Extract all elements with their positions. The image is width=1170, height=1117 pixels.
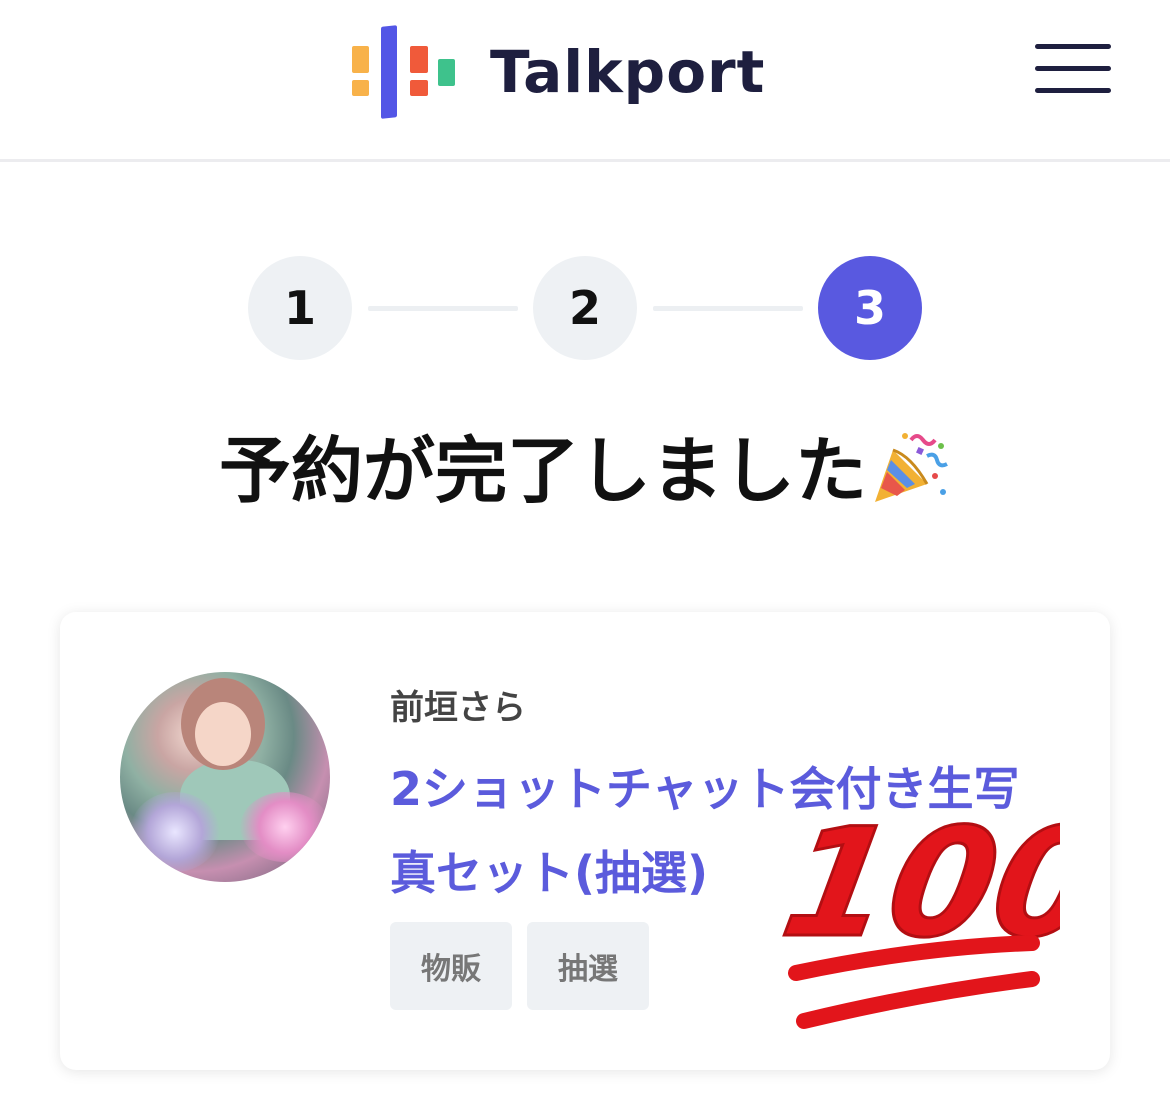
- page: Talkport 1 2 3 予約が完了しました 前垣さら 2ショットチャット会…: [0, 0, 1170, 1117]
- logo-mark-icon: [348, 24, 460, 120]
- tag-merch: 物販: [390, 922, 512, 1010]
- site-header: Talkport: [0, 0, 1170, 162]
- step-3-indicator: 3: [818, 256, 922, 360]
- party-popper-icon: [875, 433, 948, 502]
- brand-name: Talkport: [490, 38, 766, 106]
- completion-title-text: 予約が完了しました: [218, 429, 867, 513]
- artist-name: 前垣さら: [390, 688, 526, 728]
- artist-avatar[interactable]: [120, 672, 330, 882]
- tag-lottery: 抽選: [527, 922, 649, 1010]
- hundred-points-icon: 100: [770, 795, 1060, 1029]
- step-2-indicator: 2: [533, 256, 637, 360]
- step-connector: [368, 306, 518, 311]
- completion-title: 予約が完了しました: [0, 426, 1170, 515]
- tag-list: 物販 抽選: [390, 922, 664, 1010]
- step-1-indicator: 1: [248, 256, 352, 360]
- talkport-logo[interactable]: Talkport: [348, 24, 765, 120]
- hamburger-menu-icon[interactable]: [1035, 44, 1111, 96]
- step-connector: [653, 306, 803, 311]
